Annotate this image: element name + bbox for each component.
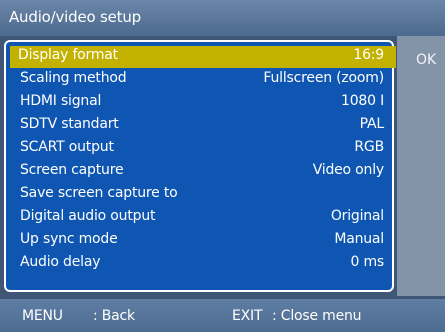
menu-item-label: Audio delay	[20, 254, 101, 270]
menu-item-value: 0 ms	[350, 254, 385, 270]
menu-item-value: 1080 I	[340, 93, 384, 109]
menu-item-label: HDMI signal	[20, 93, 102, 109]
menu-item-value: PAL	[359, 116, 385, 132]
menu-key-action[interactable]: : Back	[93, 308, 135, 324]
exit-key-label: EXIT	[232, 308, 263, 324]
menu-item-display-format[interactable]: Display format 16:9	[10, 46, 396, 68]
menu-item-label: Up sync mode	[20, 231, 118, 247]
menu-item-value: 16:9	[353, 47, 384, 63]
menu-item-value: RGB	[354, 139, 384, 155]
menu-item-label: Scaling method	[20, 70, 127, 86]
tv-osd-screen: Audio/video setup OK Display format 16:9…	[0, 0, 445, 332]
menu-item-value: Original	[330, 208, 384, 224]
menu-item-label: SDTV standart	[20, 116, 119, 132]
menu-item-sdtv-standard[interactable]: SDTV standart PAL	[12, 115, 396, 136]
menu-item-scart-output[interactable]: SCART output RGB	[12, 138, 396, 159]
menu-item-label: SCART output	[20, 139, 114, 155]
ok-button[interactable]: OK	[416, 52, 436, 68]
menu-item-value: Manual	[334, 231, 384, 247]
menu-item-label: Display format	[18, 47, 118, 63]
menu-item-value: Video only	[312, 162, 384, 178]
menu-item-audio-delay[interactable]: Audio delay 0 ms	[12, 253, 396, 274]
menu-item-label: Screen capture	[20, 162, 124, 178]
menu-item-screen-capture[interactable]: Screen capture Video only	[12, 161, 396, 182]
menu-item-save-screen-capture[interactable]: Save screen capture to	[12, 184, 396, 205]
menu-item-label: Digital audio output	[20, 208, 156, 224]
footer-hint-bar: MENU : Back EXIT : Close menu	[0, 299, 445, 332]
title-bar: Audio/video setup	[0, 0, 445, 36]
settings-menu: Display format 16:9 Scaling method Fulls…	[4, 40, 396, 292]
menu-item-hdmi-signal[interactable]: HDMI signal 1080 I	[12, 92, 396, 113]
menu-item-digital-audio-output[interactable]: Digital audio output Original	[12, 207, 396, 228]
exit-key-action[interactable]: : Close menu	[272, 308, 362, 324]
menu-item-label: Save screen capture to	[20, 185, 178, 201]
menu-key-label: MENU	[22, 308, 63, 324]
menu-item-value: Fullscreen (zoom)	[263, 70, 384, 86]
menu-item-up-sync-mode[interactable]: Up sync mode Manual	[12, 230, 396, 251]
menu-item-scaling-method[interactable]: Scaling method Fullscreen (zoom)	[12, 69, 396, 90]
window-title: Audio/video setup	[9, 8, 141, 26]
side-panel	[397, 36, 445, 296]
